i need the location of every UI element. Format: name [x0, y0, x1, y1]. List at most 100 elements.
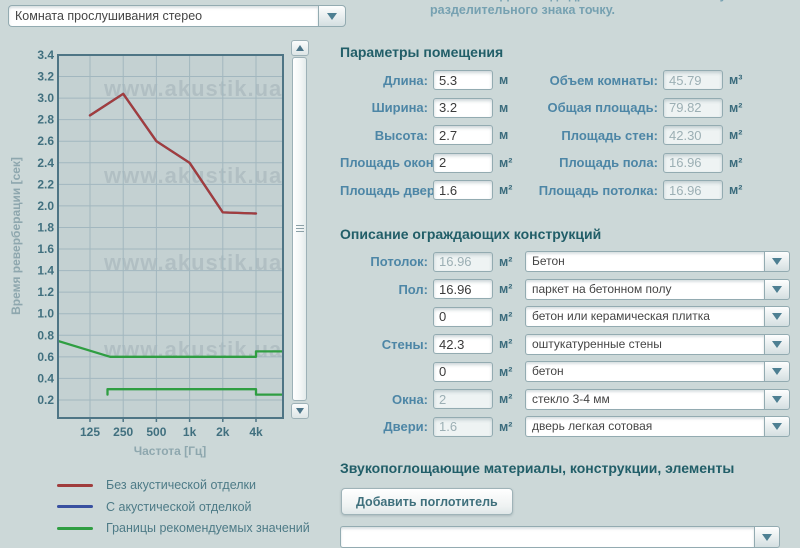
material-dropdown-button[interactable] [764, 251, 790, 272]
unit-label: м [499, 101, 508, 115]
material-select[interactable]: бетон [525, 361, 790, 382]
x-tick-label: 2k [216, 425, 230, 439]
unit-label: м² [499, 282, 521, 296]
legend-label: Без акустической отделки [106, 478, 256, 492]
x-tick-label: 250 [113, 425, 133, 439]
unit-label: м² [499, 337, 521, 351]
param-input[interactable] [433, 125, 493, 145]
construction-area-input[interactable] [433, 362, 493, 382]
param-input [663, 125, 723, 145]
chevron-down-icon [772, 396, 782, 403]
construction-area-input[interactable] [433, 334, 493, 354]
unit-label: м² [729, 101, 742, 115]
construction-row: Окна:м²стекло 3-4 мм [340, 389, 790, 410]
constructions-list: Потолок:м²БетонПол:м²паркет на бетонном … [340, 251, 790, 444]
legend-label: С акустической отделкой [106, 500, 252, 514]
param-row: Площадь потолка:м² [520, 180, 765, 200]
param-input [663, 98, 723, 118]
y-tick-label: 1.2 [37, 285, 54, 299]
chart-scrollbar[interactable] [291, 40, 309, 420]
material-dropdown-button[interactable] [764, 389, 790, 410]
param-row: Объем комнаты:м³ [520, 70, 765, 90]
legend-line-swatch [57, 527, 93, 530]
material-dropdown-button[interactable] [764, 416, 790, 437]
param-row: Общая площадь:м² [520, 98, 765, 118]
material-select-value[interactable]: стекло 3-4 мм [525, 389, 764, 410]
y-tick-label: 3.2 [37, 70, 54, 84]
scroll-thumb[interactable] [292, 57, 307, 401]
material-dropdown-button[interactable] [764, 306, 790, 327]
scroll-down-button[interactable] [291, 403, 309, 419]
param-input [663, 70, 723, 90]
construction-area-input[interactable] [433, 279, 493, 299]
material-select[interactable]: Бетон [525, 251, 790, 272]
constructions-heading: Описание ограждающих конструкций [340, 226, 601, 242]
material-select-value[interactable]: дверь легкая сотовая [525, 416, 764, 437]
unit-label: м² [499, 310, 521, 324]
material-select[interactable]: стекло 3-4 мм [525, 389, 790, 410]
y-axis-title: Время реверберации [сек] [9, 157, 23, 315]
unit-label: м² [499, 420, 521, 434]
param-input[interactable] [433, 153, 493, 173]
legend-line-swatch [57, 484, 93, 487]
param-row: Площадь пола: м² [520, 153, 765, 173]
absorber-row-partial[interactable] [340, 526, 780, 548]
construction-label: Стены: [340, 337, 433, 352]
material-dropdown-button[interactable] [764, 361, 790, 382]
param-label: Ширина: [340, 100, 433, 115]
chevron-down-icon [772, 423, 782, 430]
material-dropdown-button[interactable] [764, 279, 790, 300]
unit-label: м² [729, 156, 742, 170]
watermark-text: www.akustik.ua [103, 250, 282, 275]
param-row: Ширина: м [340, 98, 530, 118]
absorber-partial-field[interactable] [340, 526, 754, 548]
material-select[interactable]: дверь легкая сотовая [525, 416, 790, 437]
param-label: Площадь дверей: [340, 183, 433, 198]
room-preset-dropdown-button[interactable] [318, 5, 346, 27]
material-select-value[interactable]: оштукатуренные стены [525, 334, 764, 355]
param-input[interactable] [433, 180, 493, 200]
construction-row: Двери:м²дверь легкая сотовая [340, 416, 790, 437]
params-column-left: Длина:мШирина:мВысота:мПлощадь окон:м²Пл… [340, 70, 530, 208]
y-tick-label: 1.4 [37, 264, 54, 278]
unit-label: м² [729, 128, 742, 142]
scroll-grip-icon [296, 225, 304, 233]
material-dropdown-button[interactable] [764, 334, 790, 355]
param-row: Площадь стен:м² [520, 125, 765, 145]
construction-row: Пол:м²паркет на бетонном полу [340, 279, 790, 300]
chevron-down-icon [772, 258, 782, 265]
construction-area-input[interactable] [433, 307, 493, 327]
param-row: Высота:м [340, 125, 530, 145]
material-select-value[interactable]: бетон или керамическая плитка [525, 306, 764, 327]
y-tick-label: 2.6 [37, 134, 54, 148]
absorber-partial-dropdown-button[interactable] [754, 526, 780, 548]
room-preset-value[interactable]: Комната прослушивания стерео [8, 5, 318, 27]
chart-svg: www.akustik.uawww.akustik.uawww.akustik.… [8, 38, 294, 463]
material-select[interactable]: паркет на бетонном полу [525, 279, 790, 300]
unit-label: м [499, 128, 508, 142]
scroll-up-button[interactable] [291, 40, 309, 56]
y-tick-label: 1.6 [37, 242, 54, 256]
y-tick-label: 2.8 [37, 113, 54, 127]
material-select-value[interactable]: бетон [525, 361, 764, 382]
unit-label: м² [499, 156, 512, 170]
y-tick-label: 1.8 [37, 220, 54, 234]
param-label: Площадь пола: [520, 155, 663, 170]
room-preset-select[interactable]: Комната прослушивания стерео [8, 5, 346, 27]
y-tick-label: 3.0 [37, 91, 54, 105]
watermark-text: www.akustik.ua [103, 76, 282, 101]
param-input[interactable] [433, 98, 493, 118]
add-absorber-button[interactable]: Добавить поглотитель [341, 488, 513, 515]
construction-row: Потолок:м²Бетон [340, 251, 790, 272]
material-select[interactable]: бетон или керамическая плитка [525, 306, 790, 327]
material-select-value[interactable]: Бетон [525, 251, 764, 272]
construction-area-input [433, 389, 493, 409]
chevron-down-icon [772, 313, 782, 320]
y-tick-label: 0.6 [37, 350, 54, 364]
param-input[interactable] [433, 70, 493, 90]
param-input [663, 180, 723, 200]
chevron-down-icon [772, 341, 782, 348]
construction-row: м² бетон или керамическая плитка [340, 306, 790, 327]
material-select-value[interactable]: паркет на бетонном полу [525, 279, 764, 300]
material-select[interactable]: оштукатуренные стены [525, 334, 790, 355]
